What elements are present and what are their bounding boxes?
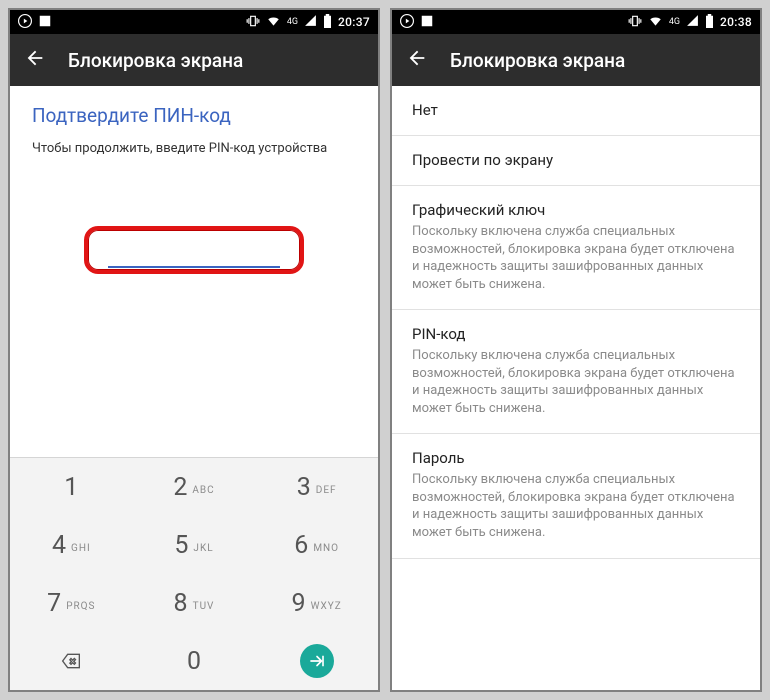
phone-right: 4G 20:38 Блокировка экрана Нет Провести п…	[390, 8, 762, 692]
key-3[interactable]: 3DEF	[255, 458, 378, 516]
key-2[interactable]: 2ABC	[133, 458, 256, 516]
key-5[interactable]: 5JKL	[133, 516, 256, 574]
header-title: Блокировка экрана	[68, 49, 243, 72]
pin-title: Подтвердите ПИН-код	[32, 104, 356, 127]
key-submit[interactable]	[255, 632, 378, 690]
vibrate-icon	[246, 14, 260, 31]
phone-left: 4G 20:37 Блокировка экрана Подтвердите П…	[8, 8, 380, 692]
signal-icon	[686, 14, 699, 30]
lock-option[interactable]: Графический ключ Поскольку включена служб…	[392, 186, 760, 310]
pin-content: Подтвердите ПИН-код Чтобы продолжить, вв…	[10, 86, 378, 457]
status-bar: 4G 20:37	[10, 10, 378, 34]
key-9[interactable]: 9WXYZ	[255, 574, 378, 632]
key-7[interactable]: 7PRQS	[10, 574, 133, 632]
key-0[interactable]: 0	[133, 632, 256, 690]
pin-input[interactable]	[108, 242, 280, 268]
play-icon	[18, 14, 32, 31]
option-description: Поскольку включена служба специальных во…	[412, 347, 740, 417]
keypad: 12ABC3DEF 4GHI5JKL6MNO 7PRQS8TUV9WXYZ0	[10, 457, 378, 690]
header-title: Блокировка экрана	[450, 49, 625, 72]
key-6[interactable]: 6MNO	[255, 516, 378, 574]
clock-time: 20:37	[338, 15, 370, 29]
option-description: Поскольку включена служба специальных во…	[412, 471, 740, 541]
key-backspace[interactable]	[10, 632, 133, 690]
network-4g-icon: 4G	[287, 17, 298, 27]
lock-options-list: Нет Провести по экрану Графический ключ Пос…	[392, 86, 760, 690]
image-icon	[38, 14, 52, 31]
back-button[interactable]	[406, 47, 428, 73]
option-title: PIN-код	[412, 325, 740, 343]
lock-option[interactable]: Пароль Поскольку включена служба специаль…	[392, 434, 760, 558]
signal-icon	[304, 14, 317, 30]
wifi-icon	[648, 14, 663, 31]
app-header: Блокировка экрана	[10, 34, 378, 86]
key-4[interactable]: 4GHI	[10, 516, 133, 574]
play-icon	[400, 14, 414, 31]
key-8[interactable]: 8TUV	[133, 574, 256, 632]
status-bar: 4G 20:38	[392, 10, 760, 34]
image-icon	[420, 14, 434, 31]
network-4g-icon: 4G	[669, 17, 680, 27]
pin-subtitle: Чтобы продолжить, введите PIN-код устрой…	[32, 141, 356, 156]
wifi-icon	[266, 14, 281, 31]
pin-highlight-annotation	[84, 226, 304, 274]
option-title: Нет	[412, 101, 740, 119]
clock-time: 20:38	[720, 15, 752, 29]
option-title: Пароль	[412, 449, 740, 467]
battery-icon	[705, 14, 714, 31]
lock-option[interactable]: Провести по экрану	[392, 136, 760, 186]
option-title: Провести по экрану	[412, 151, 740, 169]
vibrate-icon	[628, 14, 642, 31]
option-description: Поскольку включена служба специальных во…	[412, 223, 740, 293]
app-header: Блокировка экрана	[392, 34, 760, 86]
battery-icon	[323, 14, 332, 31]
back-button[interactable]	[24, 47, 46, 73]
lock-option[interactable]: Нет	[392, 86, 760, 136]
key-1[interactable]: 1	[10, 458, 133, 516]
lock-option[interactable]: PIN-код Поскольку включена служба специал…	[392, 310, 760, 434]
option-title: Графический ключ	[412, 201, 740, 219]
